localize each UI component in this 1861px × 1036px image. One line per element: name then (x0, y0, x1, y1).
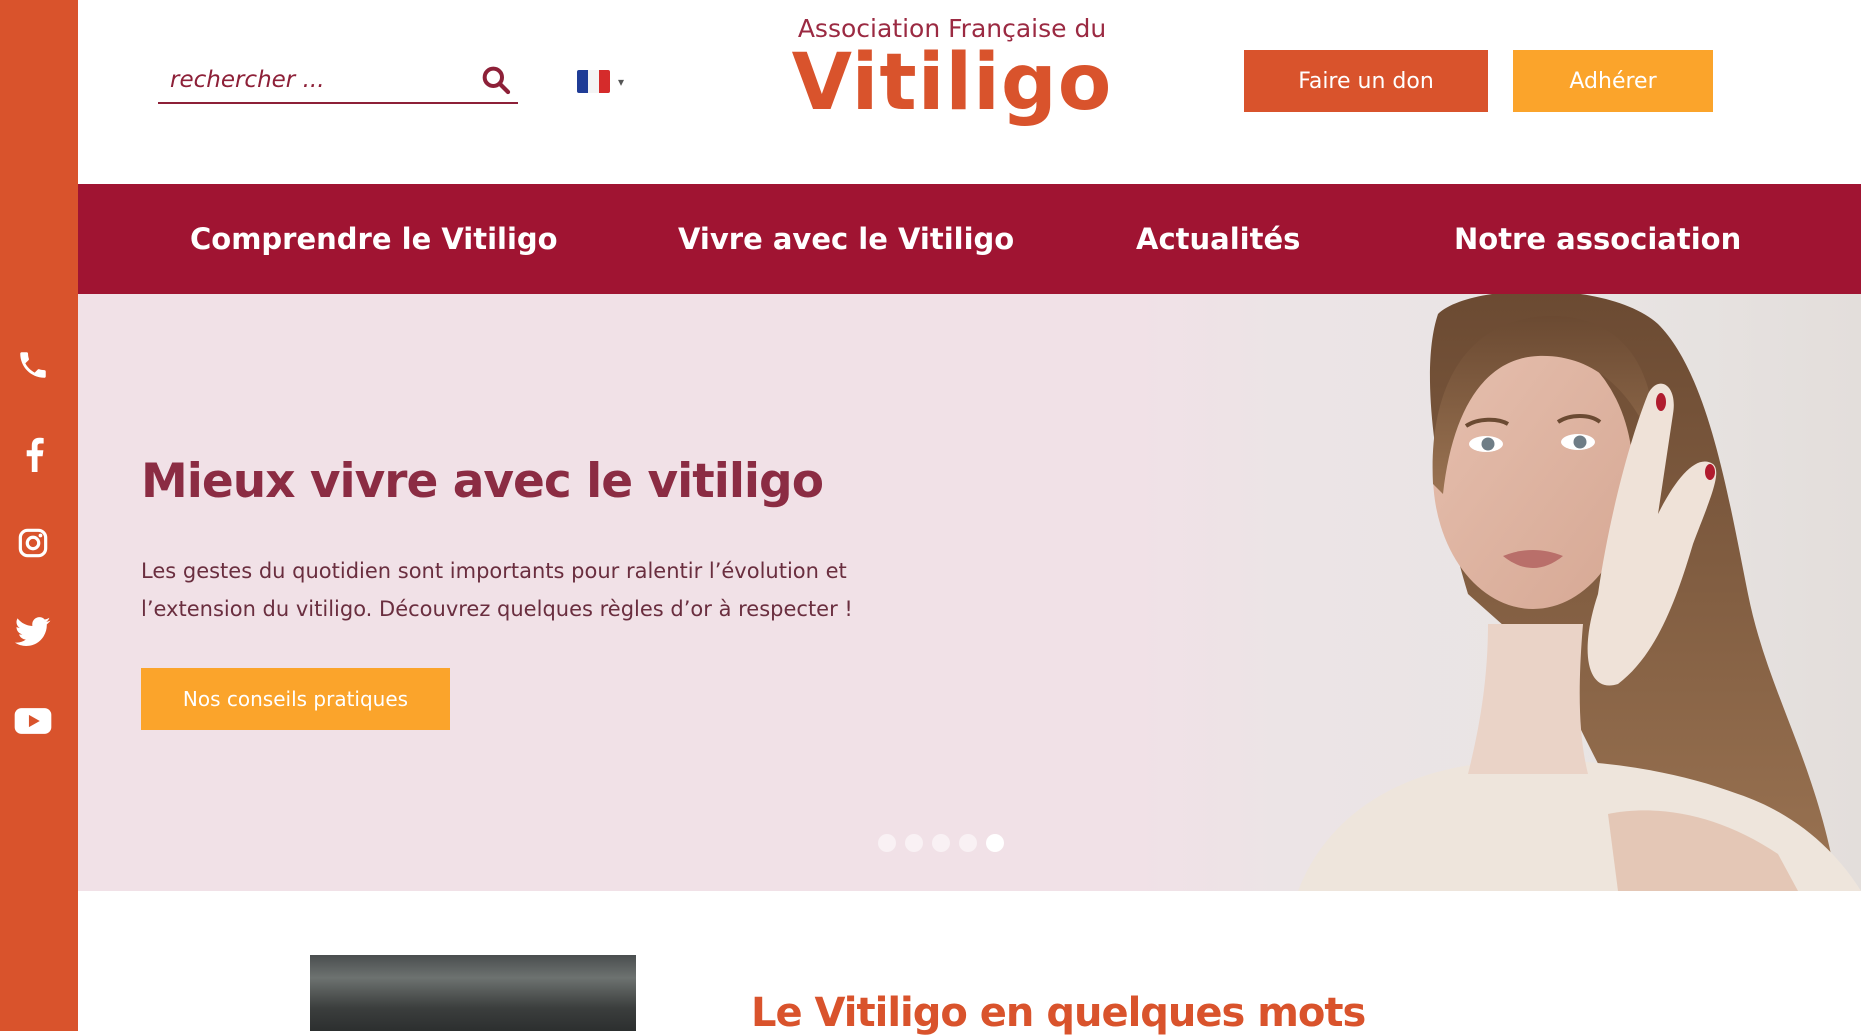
facebook-icon[interactable] (0, 431, 66, 477)
twitter-icon[interactable] (0, 609, 66, 655)
nav-item-vivre[interactable]: Vivre avec le Vitiligo (678, 184, 1014, 294)
slider-dot[interactable] (878, 834, 896, 852)
slider-dot[interactable] (905, 834, 923, 852)
site-header: ▾ Association Française du Vitiligo Fair… (78, 0, 1861, 184)
slider-pagination (878, 834, 1004, 852)
nav-item-actualites[interactable]: Actualités (1136, 184, 1300, 294)
section-title: Le Vitiligo en quelques mots (751, 990, 1366, 1036)
hero-cta-button[interactable]: Nos conseils pratiques (141, 668, 450, 730)
hero-description: Les gestes du quotidien sont importants … (141, 559, 853, 621)
french-flag-icon (577, 70, 610, 93)
logo-title: Vitiligo (791, 38, 1113, 128)
hero-image (1138, 294, 1861, 891)
donate-button[interactable]: Faire un don (1244, 50, 1488, 112)
slider-dot-active[interactable] (986, 834, 1004, 852)
phone-icon[interactable] (0, 342, 66, 388)
slider-dot[interactable] (932, 834, 950, 852)
instagram-icon[interactable] (0, 520, 66, 566)
language-selector[interactable]: ▾ (577, 70, 624, 93)
hero-title: Mieux vivre avec le vitiligo (141, 454, 824, 509)
join-button[interactable]: Adhérer (1513, 50, 1713, 112)
section-image (310, 955, 636, 1031)
chevron-down-icon: ▾ (618, 74, 625, 89)
search-icon[interactable] (480, 64, 512, 96)
youtube-icon[interactable] (0, 698, 66, 744)
site-logo[interactable]: Association Française du Vitiligo (782, 6, 1122, 156)
search-input[interactable] (158, 60, 482, 100)
nav-item-comprendre[interactable]: Comprendre le Vitiligo (190, 184, 558, 294)
nav-item-association[interactable]: Notre association (1454, 184, 1741, 294)
main-nav: Comprendre le Vitiligo Vivre avec le Vit… (78, 184, 1861, 294)
hero-slider: Mieux vivre avec le vitiligo Les gestes … (78, 294, 1861, 891)
search-box (158, 60, 518, 104)
slider-dot[interactable] (959, 834, 977, 852)
social-sidebar (0, 0, 78, 1031)
